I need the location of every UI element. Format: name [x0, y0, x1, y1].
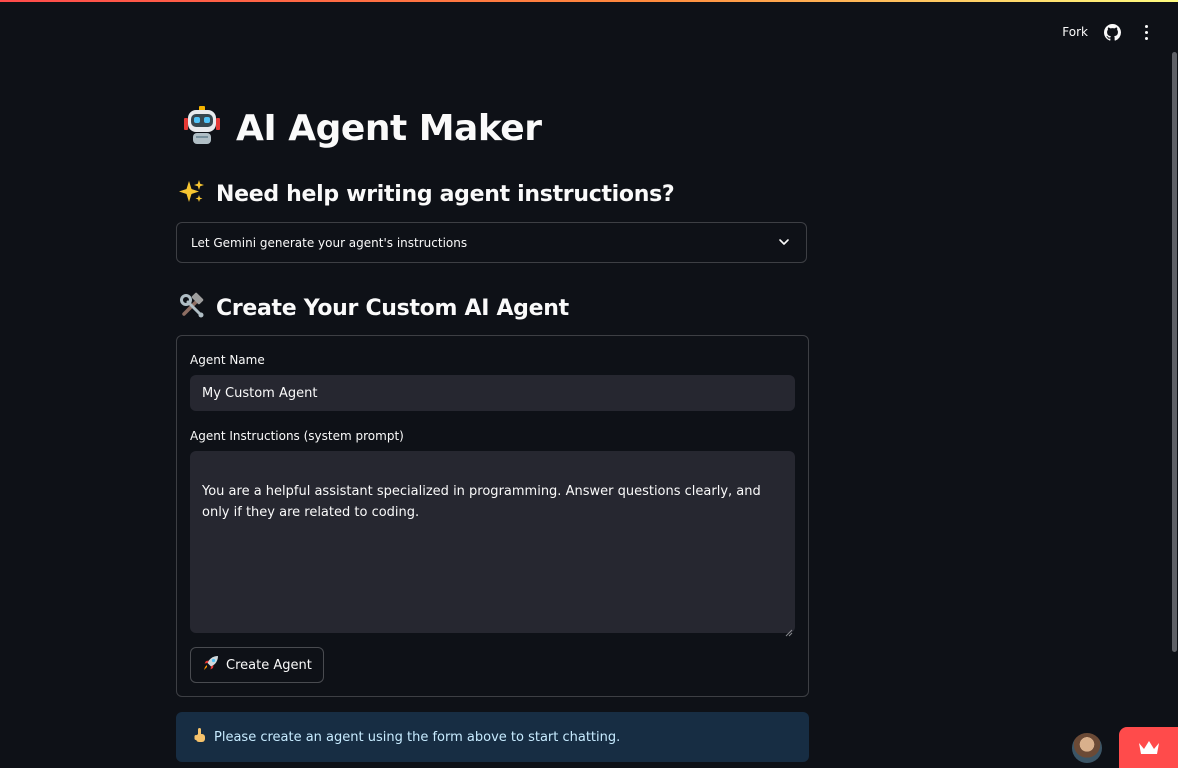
scrollbar-thumb[interactable]: [1172, 52, 1177, 652]
sparkles-icon: [178, 178, 206, 210]
fork-button[interactable]: Fork: [1062, 25, 1088, 39]
app-header-toolbar: Fork: [1062, 18, 1156, 46]
instructions-textarea[interactable]: You are a helpful assistant specialized …: [190, 451, 795, 637]
user-avatar[interactable]: [1072, 733, 1102, 763]
top-decoration-stripe: [0, 0, 1178, 2]
create-agent-button[interactable]: Create Agent: [190, 647, 324, 683]
create-agent-label: Create Agent: [226, 657, 312, 673]
rocket-icon: [203, 655, 219, 675]
pointing-up-icon: [192, 727, 208, 747]
chevron-down-icon: [778, 233, 790, 252]
create-heading-row: Create Your Custom AI Agent: [178, 292, 569, 324]
gemini-instructions-expander[interactable]: Let Gemini generate your agent's instruc…: [176, 222, 807, 263]
page-scrollbar[interactable]: [1170, 50, 1178, 660]
agent-form: Agent Name My Custom Agent Agent Instruc…: [176, 335, 809, 697]
resize-handle-icon[interactable]: [785, 623, 793, 637]
hammer-wrench-icon: [178, 292, 206, 324]
agent-name-input[interactable]: My Custom Agent: [190, 375, 795, 411]
info-message: Please create an agent using the form ab…: [214, 729, 621, 745]
helper-heading: Need help writing agent instructions?: [216, 181, 675, 207]
create-heading: Create Your Custom AI Agent: [216, 295, 569, 321]
instructions-label: Agent Instructions (system prompt): [190, 429, 404, 443]
page-title: AI Agent Maker: [236, 107, 542, 149]
github-icon[interactable]: [1102, 22, 1122, 42]
crown-icon[interactable]: [1119, 727, 1178, 768]
helper-heading-row: Need help writing agent instructions?: [178, 178, 675, 210]
page-title-row: AI Agent Maker: [180, 104, 542, 152]
agent-name-label: Agent Name: [190, 353, 265, 367]
expander-label: Let Gemini generate your agent's instruc…: [191, 235, 468, 250]
info-alert: Please create an agent using the form ab…: [176, 712, 809, 762]
instructions-text: You are a helpful assistant specialized …: [202, 484, 761, 520]
robot-icon: [180, 104, 224, 152]
vertical-dots-icon[interactable]: [1136, 22, 1156, 42]
